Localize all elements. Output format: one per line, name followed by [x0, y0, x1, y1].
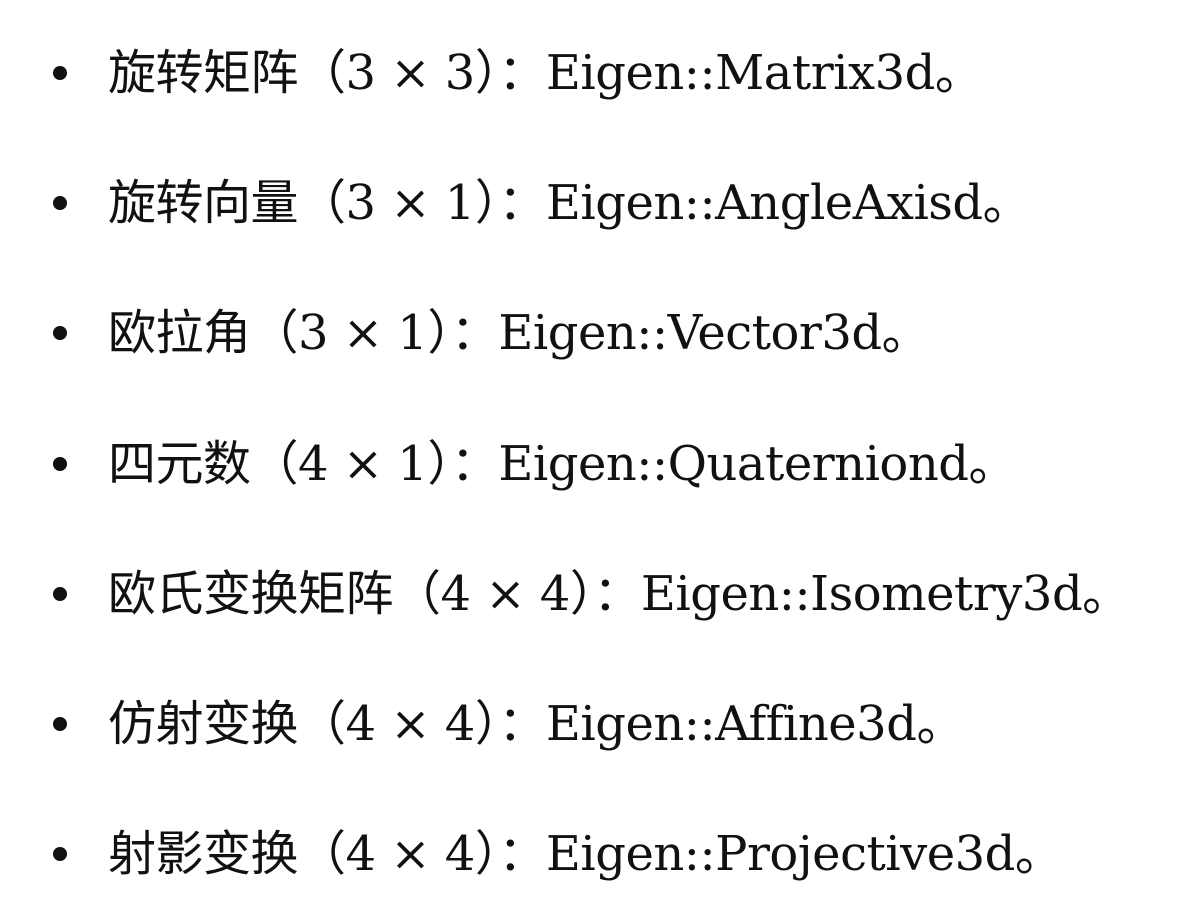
- list-item: 旋转向量（3 × 1）：Eigen::AngleAxisd。: [0, 163, 1200, 243]
- item-label: 仿射变换: [108, 696, 299, 752]
- item-label: 四元数: [108, 436, 251, 492]
- bullet-icon: [53, 847, 67, 861]
- item-label: 旋转向量: [108, 175, 299, 231]
- close-colon: ）：: [569, 566, 642, 622]
- item-type: Eigen::Matrix3d: [545, 45, 935, 101]
- item-dims: 4 × 4: [440, 566, 571, 622]
- bullet-icon: [53, 196, 67, 210]
- list-item: 欧拉角（3 × 1）：Eigen::Vector3d。: [0, 293, 1200, 373]
- close-colon: ）：: [427, 436, 499, 492]
- item-end: 。: [982, 175, 1031, 231]
- item-label: 旋转矩阵: [108, 45, 299, 101]
- bullet-icon: [53, 717, 67, 731]
- item-label: 欧拉角: [108, 305, 251, 361]
- bullet-icon: [53, 326, 67, 340]
- list-item: 欧氏变换矩阵（4 × 4）：Eigen::Isometry3d。: [0, 554, 1200, 634]
- close-colon: ）：: [427, 305, 499, 361]
- list-item-text: 旋转矩阵（3 × 3）：Eigen::Matrix3d。: [108, 33, 983, 113]
- close-colon: ）：: [474, 826, 547, 882]
- item-type: Eigen::Vector3d: [498, 305, 882, 361]
- list-item-text: 四元数（4 × 1）：Eigen::Quaterniond。: [108, 424, 1016, 504]
- close-colon: ）：: [474, 175, 547, 231]
- open-paren: （: [298, 45, 346, 101]
- item-type: Eigen::AngleAxisd: [545, 175, 983, 231]
- item-type: Eigen::Quaterniond: [498, 436, 969, 492]
- item-end: 。: [1082, 566, 1130, 622]
- item-label: 欧氏变换矩阵: [108, 566, 394, 622]
- close-colon: ）：: [474, 696, 547, 752]
- close-colon: ）：: [474, 45, 547, 101]
- item-label: 射影变换: [108, 826, 299, 882]
- item-dims: 4 × 4: [345, 696, 476, 752]
- open-paren: （: [298, 826, 346, 882]
- item-dims: 3 × 1: [345, 175, 476, 231]
- open-paren: （: [298, 696, 346, 752]
- open-paren: （: [250, 436, 299, 492]
- item-end: 。: [934, 45, 983, 101]
- item-end: 。: [916, 696, 964, 752]
- item-dims: 3 × 1: [298, 305, 428, 361]
- item-dims: 4 × 1: [298, 436, 428, 492]
- bullet-icon: [53, 587, 67, 601]
- list-item: 四元数（4 × 1）：Eigen::Quaterniond。: [0, 424, 1200, 504]
- item-end: 。: [968, 436, 1016, 492]
- open-paren: （: [250, 305, 299, 361]
- list-item-text: 射影变换（4 × 4）：Eigen::Projective3d。: [108, 814, 1063, 894]
- item-dims: 3 × 3: [345, 45, 476, 101]
- open-paren: （: [393, 566, 441, 622]
- list-item-text: 仿射变换（4 × 4）：Eigen::Affine3d。: [108, 684, 964, 764]
- list-item-text: 欧拉角（3 × 1）：Eigen::Vector3d。: [108, 293, 930, 373]
- open-paren: （: [298, 175, 346, 231]
- item-end: 。: [881, 305, 930, 361]
- list-item-text: 旋转向量（3 × 1）：Eigen::AngleAxisd。: [108, 163, 1031, 243]
- list-item: 仿射变换（4 × 4）：Eigen::Affine3d。: [0, 684, 1200, 764]
- list-item: 射影变换（4 × 4）：Eigen::Projective3d。: [0, 814, 1200, 894]
- item-type: Eigen::Affine3d: [545, 696, 917, 752]
- bullet-icon: [53, 457, 67, 471]
- item-dims: 4 × 4: [345, 826, 476, 882]
- item-type: Eigen::Isometry3d: [640, 566, 1083, 622]
- list-item-text: 欧氏变换矩阵（4 × 4）：Eigen::Isometry3d。: [108, 554, 1130, 634]
- item-end: 。: [1014, 826, 1063, 882]
- bullet-icon: [53, 66, 67, 80]
- item-type: Eigen::Projective3d: [545, 826, 1016, 882]
- list-item: 旋转矩阵（3 × 3）：Eigen::Matrix3d。: [0, 33, 1200, 113]
